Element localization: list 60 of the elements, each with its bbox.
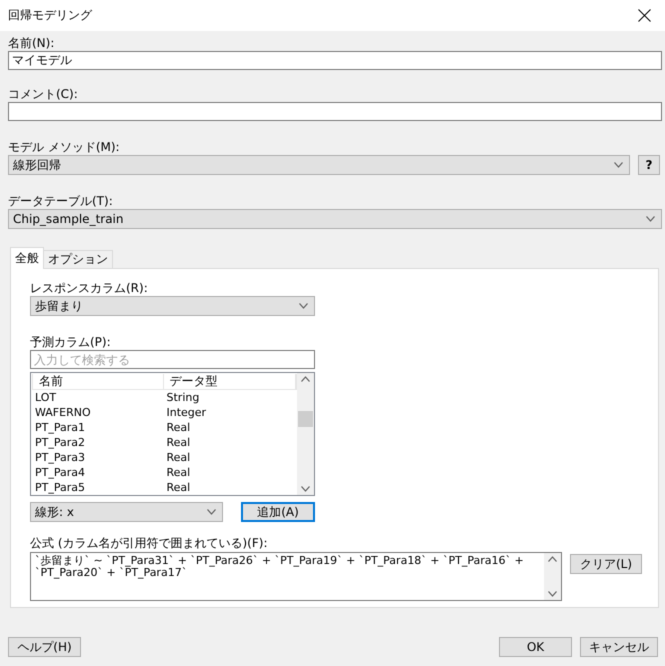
data-table-label: データテーブル(T): [8, 194, 114, 208]
help-button[interactable]: ヘルプ(H) [8, 637, 81, 657]
table-cell-text: Integer [166, 405, 208, 420]
table-cell-text: Real [166, 480, 192, 495]
comment-label: コメント(C): [8, 87, 79, 101]
help-button[interactable]: ? [638, 155, 660, 175]
chevron-down-icon [301, 486, 310, 492]
list-row[interactable]: LOT String [32, 390, 297, 405]
add-button[interactable]: 追加(A) [241, 502, 315, 522]
response-column-label: レスポンスカラム(R): [30, 281, 149, 295]
chevron-down-icon [614, 162, 623, 168]
table-cell-text: PT_Para5 [34, 480, 86, 495]
scroll-thumb[interactable] [298, 411, 313, 427]
list-row[interactable]: PT_Para3 Real [32, 450, 297, 465]
table-cell-text: LOT [34, 390, 58, 405]
table-cell-text: WAFERNO [34, 405, 92, 420]
chevron-up-icon [301, 376, 310, 382]
table-cell-text: PT_Para3 [34, 450, 86, 465]
window-title: 回帰モデリング [8, 7, 92, 24]
chevron-up-icon [548, 556, 557, 562]
chevron-down-icon [548, 591, 557, 597]
scrollbar[interactable] [544, 553, 561, 600]
tab[interactable]: 全般 [10, 247, 44, 269]
table-cell-text: String [166, 390, 200, 405]
table-cell-text: Real [166, 420, 192, 435]
name-field[interactable]: マイモデル [8, 51, 662, 70]
formula-label: 公式 (カラム名が引用符で囲まれている)(F): [30, 536, 268, 550]
column-header[interactable]: 名前 [33, 374, 164, 389]
name-label: 名前(N): [8, 36, 56, 50]
table-cell-text: PT_Para2 [34, 435, 86, 450]
list-row[interactable]: WAFERNO Integer [32, 405, 297, 420]
model-method-dropdown[interactable]: 線形回帰 [8, 155, 630, 175]
response-column-dropdown[interactable]: 歩留まり [30, 296, 315, 316]
predictor-columns-label: 予測カラム(P): [30, 335, 112, 349]
scrollbar[interactable] [297, 373, 314, 495]
table-cell-text: Real [166, 465, 192, 480]
chevron-down-icon [207, 509, 216, 515]
list-row[interactable]: PT_Para1 Real [32, 420, 297, 435]
table-cell-text: Real [166, 450, 192, 465]
data-table-dropdown[interactable]: Chip_sample_train [8, 209, 662, 229]
model-method-label: モデル メソッド(M): [8, 140, 121, 154]
chevron-down-icon [646, 216, 655, 222]
clear-button[interactable]: クリア(L) [570, 554, 642, 574]
table-cell-text: Real [166, 435, 192, 450]
list-row[interactable]: PT_Para2 Real [32, 435, 297, 450]
term-type-dropdown[interactable]: 線形: x [30, 502, 223, 522]
formula-text: `歩留まり` ~ `PT_Para31` + `PT_Para26` + `PT_Para19` + `PT_Para18` + `PT_Para16` + `PT_Para20` + `PT_Para17` [34, 553, 525, 581]
cancel-button[interactable]: キャンセル [580, 637, 658, 657]
column-header[interactable]: データ型 [164, 374, 296, 389]
tab[interactable]: オプション [43, 250, 113, 269]
list-row[interactable]: PT_Para4 Real [32, 465, 297, 480]
table-cell-text: PT_Para4 [34, 465, 86, 480]
list-row[interactable]: PT_Para5 Real [32, 480, 297, 495]
search-field[interactable]: 入力して検索する [30, 350, 315, 369]
ok-button[interactable]: OK [499, 637, 572, 657]
comment-field[interactable] [8, 102, 662, 121]
chevron-down-icon [299, 303, 308, 309]
close-icon[interactable] [638, 9, 651, 22]
table-cell-text: PT_Para1 [34, 420, 86, 435]
formula-field[interactable]: `歩留まり` ~ `PT_Para31` + `PT_Para26` + `PT_Para19` + `PT_Para18` + `PT_Para16` + `PT_Para20` + `PT_Para17` [30, 552, 562, 601]
